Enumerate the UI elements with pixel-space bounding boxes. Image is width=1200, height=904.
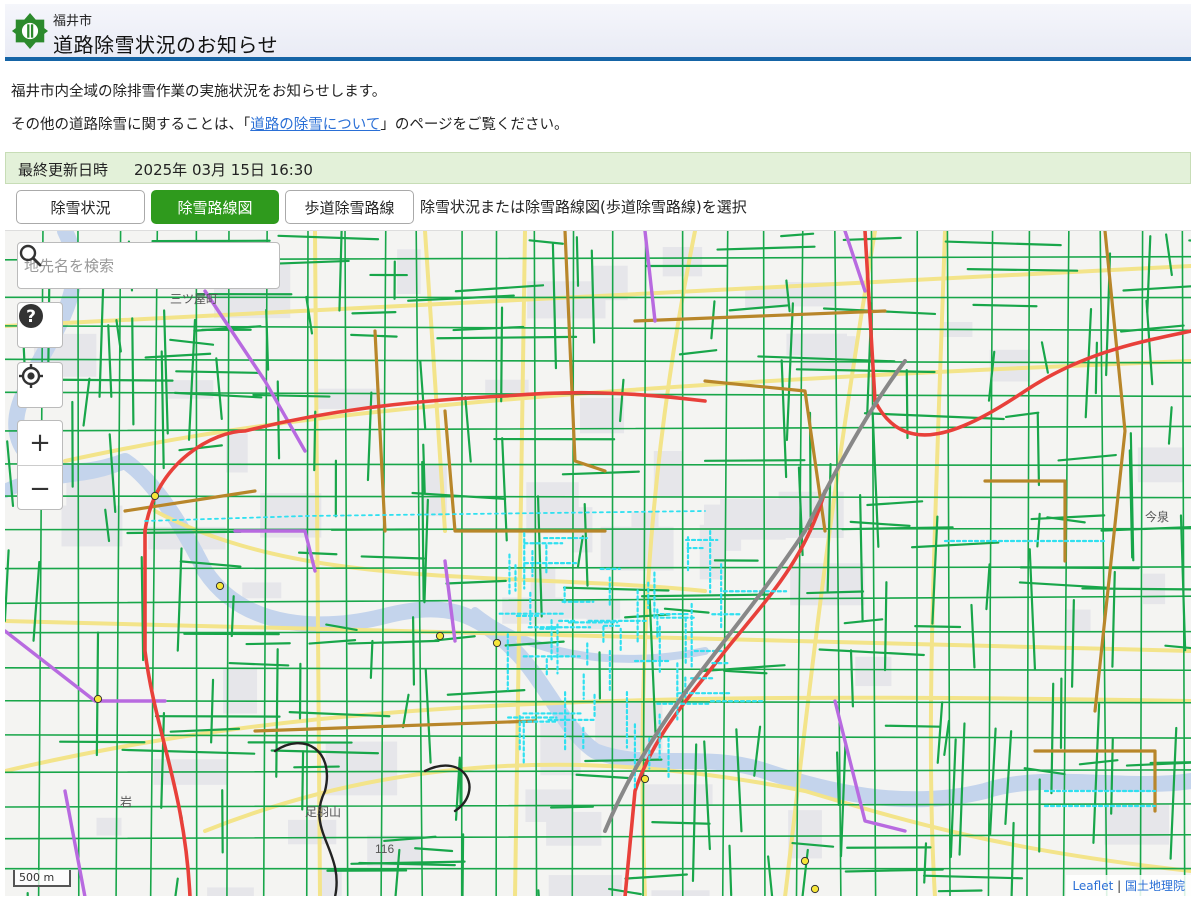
place-search (17, 242, 280, 289)
intro-prefix: その他の道路除雪に関することは、「 (11, 117, 251, 133)
place-label: 116 (375, 842, 394, 856)
tab-snow-status[interactable]: 除雪状況 (16, 190, 145, 224)
zoom-out-icon[interactable]: − (18, 466, 62, 511)
city-name: 福井市 (53, 14, 93, 29)
route-map[interactable]: 三ツ屋町足羽山 116 岩 今泉 ? + − 500 m Leaflet | 国土地理… (5, 230, 1191, 896)
last-updated-label: 最終更新日時 (18, 161, 109, 179)
major-roads (5, 231, 1191, 896)
map-attribution: Leaflet | 国土地理院 (1066, 875, 1191, 896)
intro-link-line: その他の道路除雪に関することは、「道路の除雪について」のページをご覧ください。 (11, 113, 569, 134)
green-routes (5, 231, 1191, 896)
svg-text:?: ? (26, 307, 36, 327)
intro-text: 福井市内全域の除排雪作業の実施状況をお知らせします。 (11, 84, 387, 100)
last-updated-value: 2025年 03月 15日 16:30 (134, 161, 313, 179)
zoom-control: + − (17, 420, 63, 510)
leaflet-link[interactable]: Leaflet (1072, 879, 1113, 893)
attribution-separator: | (1113, 879, 1125, 893)
zoom-in-icon[interactable]: + (18, 421, 62, 466)
gsi-link[interactable]: 国土地理院 (1125, 879, 1185, 893)
help-icon: ? (19, 304, 43, 328)
place-label: 足羽山 (305, 805, 341, 819)
locate-icon (19, 364, 43, 388)
locate-button[interactable] (17, 362, 63, 408)
site-header: 福井市 道路除雪状況のお知らせ (5, 4, 1191, 61)
snow-removal-info-link[interactable]: 道路の除雪について (250, 117, 380, 133)
tab-route-map[interactable]: 除雪路線図 (151, 190, 279, 224)
fukui-city-logo (11, 12, 49, 50)
intro-suffix: 」のページをご覧ください。 (380, 117, 569, 133)
search-icon[interactable] (18, 243, 42, 267)
map-canvas[interactable]: 三ツ屋町足羽山 116 岩 今泉 (5, 231, 1191, 896)
place-label: 三ツ屋町 (170, 292, 218, 306)
place-label: 今泉 (1145, 509, 1169, 524)
page-title: 道路除雪状況のお知らせ (53, 33, 279, 57)
last-updated-bar: 最終更新日時 2025年 03月 15日 16:30 (5, 152, 1191, 184)
help-button[interactable]: ? (17, 302, 63, 348)
place-label: 岩 (120, 794, 132, 809)
tab-hint: 除雪状況または除雪路線図(歩道除雪路線)を選択 (420, 198, 747, 216)
search-input[interactable] (24, 253, 234, 279)
map-scale: 500 m (13, 870, 71, 887)
tab-sidewalk-routes[interactable]: 歩道除雪路線 (285, 190, 414, 224)
